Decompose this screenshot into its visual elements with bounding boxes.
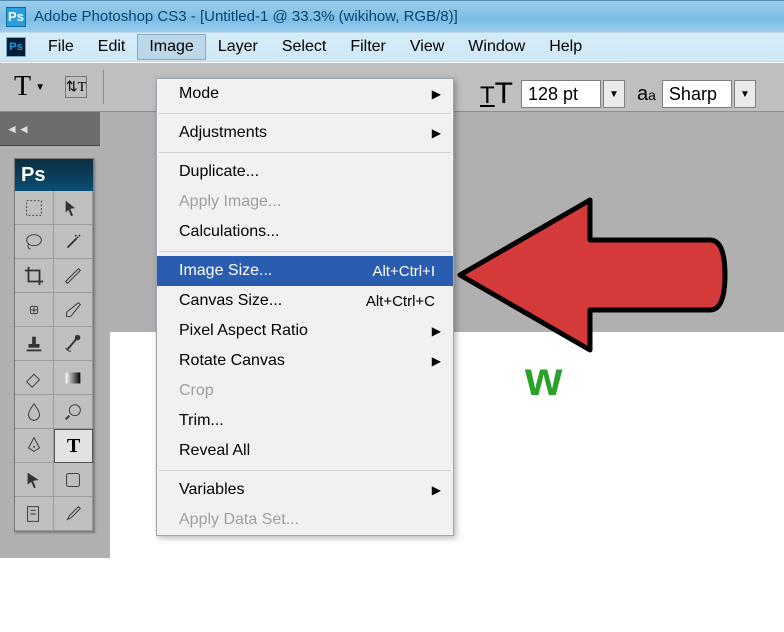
wand-tool-icon[interactable] (54, 225, 93, 259)
menu-image[interactable]: Image (137, 34, 205, 60)
shape-tool-icon[interactable] (54, 463, 93, 497)
menu-item-pixel-aspect[interactable]: Pixel Aspect Ratio▶ (157, 316, 453, 346)
notes-tool-icon[interactable] (15, 497, 54, 531)
path-select-tool-icon[interactable] (15, 463, 54, 497)
antialias-dropdown-icon[interactable]: ▼ (734, 80, 756, 108)
stamp-tool-icon[interactable] (15, 327, 54, 361)
window-titlebar: Ps Adobe Photoshop CS3 - [Untitled-1 @ 3… (0, 0, 784, 32)
menu-item-rotate-canvas[interactable]: Rotate Canvas▶ (157, 346, 453, 376)
font-size-field[interactable]: 128 pt (521, 80, 601, 108)
menu-shortcut: Alt+Ctrl+I (372, 263, 435, 280)
text-orientation-button[interactable]: ⇅T (65, 76, 87, 98)
menu-item-adjustments[interactable]: Adjustments▶ (157, 118, 453, 148)
font-size-icon: TT (480, 77, 513, 111)
menu-item-calculations[interactable]: Calculations... (157, 217, 453, 247)
menu-view[interactable]: View (398, 34, 456, 60)
menu-layer[interactable]: Layer (206, 34, 270, 60)
menu-item-apply-data-set: Apply Data Set... (157, 505, 453, 535)
submenu-arrow-icon: ▶ (432, 87, 441, 101)
menu-shortcut: Alt+Ctrl+C (366, 293, 435, 310)
lasso-tool-icon[interactable] (15, 225, 54, 259)
slice-tool-icon[interactable] (54, 259, 93, 293)
menu-separator (159, 152, 451, 153)
annotation-arrow-icon (440, 180, 730, 370)
eraser-tool-icon[interactable] (15, 361, 54, 395)
marquee-tool-icon[interactable] (15, 191, 54, 225)
healing-tool-icon[interactable] (15, 293, 54, 327)
pen-tool-icon[interactable] (15, 429, 54, 463)
crop-tool-icon[interactable] (15, 259, 54, 293)
blur-tool-icon[interactable] (15, 395, 54, 429)
type-tool-icon[interactable]: T (54, 429, 93, 463)
menu-item-trim[interactable]: Trim... (157, 406, 453, 436)
menu-help[interactable]: Help (537, 34, 594, 60)
menu-item-reveal-all[interactable]: Reveal All (157, 436, 453, 466)
menu-bar: Ps File Edit Image Layer Select Filter V… (0, 32, 784, 62)
app-logo-icon: Ps (6, 7, 26, 27)
gradient-tool-icon[interactable] (54, 361, 93, 395)
font-size-dropdown-icon[interactable]: ▼ (603, 80, 625, 108)
menu-item-variables[interactable]: Variables▶ (157, 475, 453, 505)
panel-collapse-tab[interactable]: ◄◄ (0, 112, 100, 146)
eyedropper-tool-icon[interactable] (54, 497, 93, 531)
menu-select[interactable]: Select (270, 34, 338, 60)
tool-preset-dropdown-icon[interactable]: ▼ (35, 82, 45, 93)
tools-panel: Ps T (14, 158, 94, 532)
history-brush-tool-icon[interactable] (54, 327, 93, 361)
window-title: Adobe Photoshop CS3 - [Untitled-1 @ 33.3… (34, 8, 458, 25)
menu-window[interactable]: Window (456, 34, 537, 60)
menu-item-duplicate[interactable]: Duplicate... (157, 157, 453, 187)
menu-filter[interactable]: Filter (338, 34, 398, 60)
tools-header: Ps (15, 159, 93, 191)
menu-item-mode[interactable]: Mode▶ (157, 79, 453, 109)
menu-separator (159, 113, 451, 114)
submenu-arrow-icon: ▶ (432, 483, 441, 497)
active-tool-icon[interactable]: T (14, 71, 31, 103)
menu-file[interactable]: File (36, 34, 86, 60)
menu-item-apply-image: Apply Image... (157, 187, 453, 217)
antialias-icon: aa (637, 83, 656, 106)
dodge-tool-icon[interactable] (54, 395, 93, 429)
menu-separator (159, 251, 451, 252)
move-tool-icon[interactable] (54, 191, 93, 225)
app-mini-icon: Ps (6, 37, 26, 57)
submenu-arrow-icon: ▶ (432, 126, 441, 140)
image-menu-dropdown: Mode▶ Adjustments▶ Duplicate... Apply Im… (156, 78, 454, 536)
antialias-field[interactable]: Sharp (662, 80, 732, 108)
menu-item-canvas-size[interactable]: Canvas Size...Alt+Ctrl+C (157, 286, 453, 316)
menu-separator (159, 470, 451, 471)
menu-item-image-size[interactable]: Image Size...Alt+Ctrl+I (157, 256, 453, 286)
menu-item-crop: Crop (157, 376, 453, 406)
separator (103, 70, 104, 104)
menu-edit[interactable]: Edit (86, 34, 138, 60)
brush-tool-icon[interactable] (54, 293, 93, 327)
